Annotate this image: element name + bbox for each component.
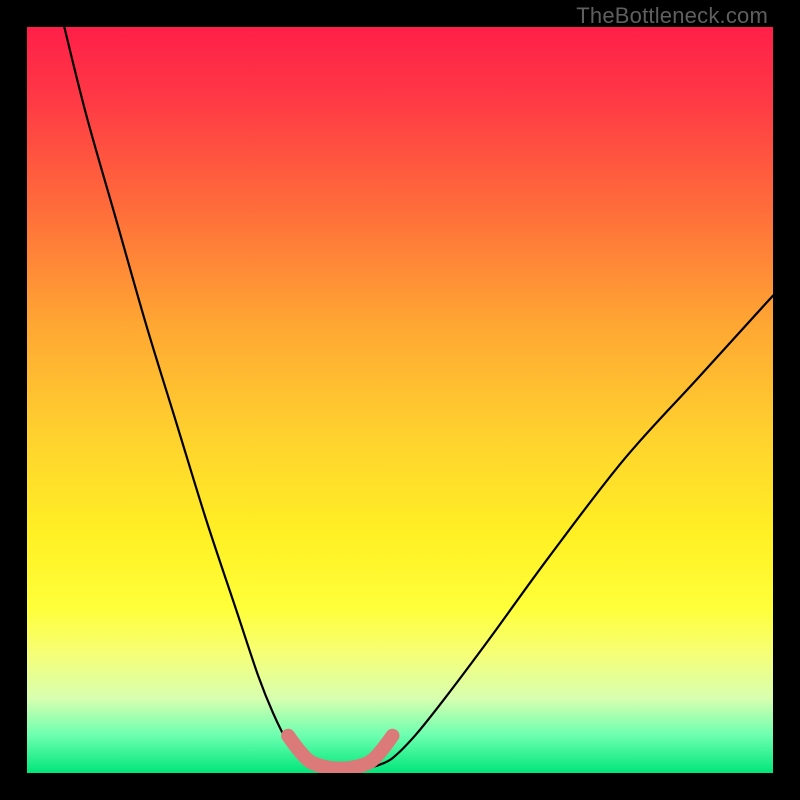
valley-marker bbox=[303, 755, 317, 769]
valley-marker bbox=[375, 745, 387, 757]
curve-layer bbox=[27, 27, 773, 773]
marker-group bbox=[283, 731, 397, 773]
valley-marker bbox=[283, 731, 293, 741]
plot-area bbox=[27, 27, 773, 773]
chart-frame: TheBottleneck.com bbox=[0, 0, 800, 800]
series-right-branch bbox=[378, 296, 773, 766]
valley-marker bbox=[293, 745, 305, 757]
series-left-branch bbox=[64, 27, 306, 766]
series-group bbox=[64, 27, 773, 771]
valley-marker bbox=[363, 755, 377, 769]
watermark-text: TheBottleneck.com bbox=[576, 3, 768, 29]
valley-marker bbox=[388, 731, 398, 741]
